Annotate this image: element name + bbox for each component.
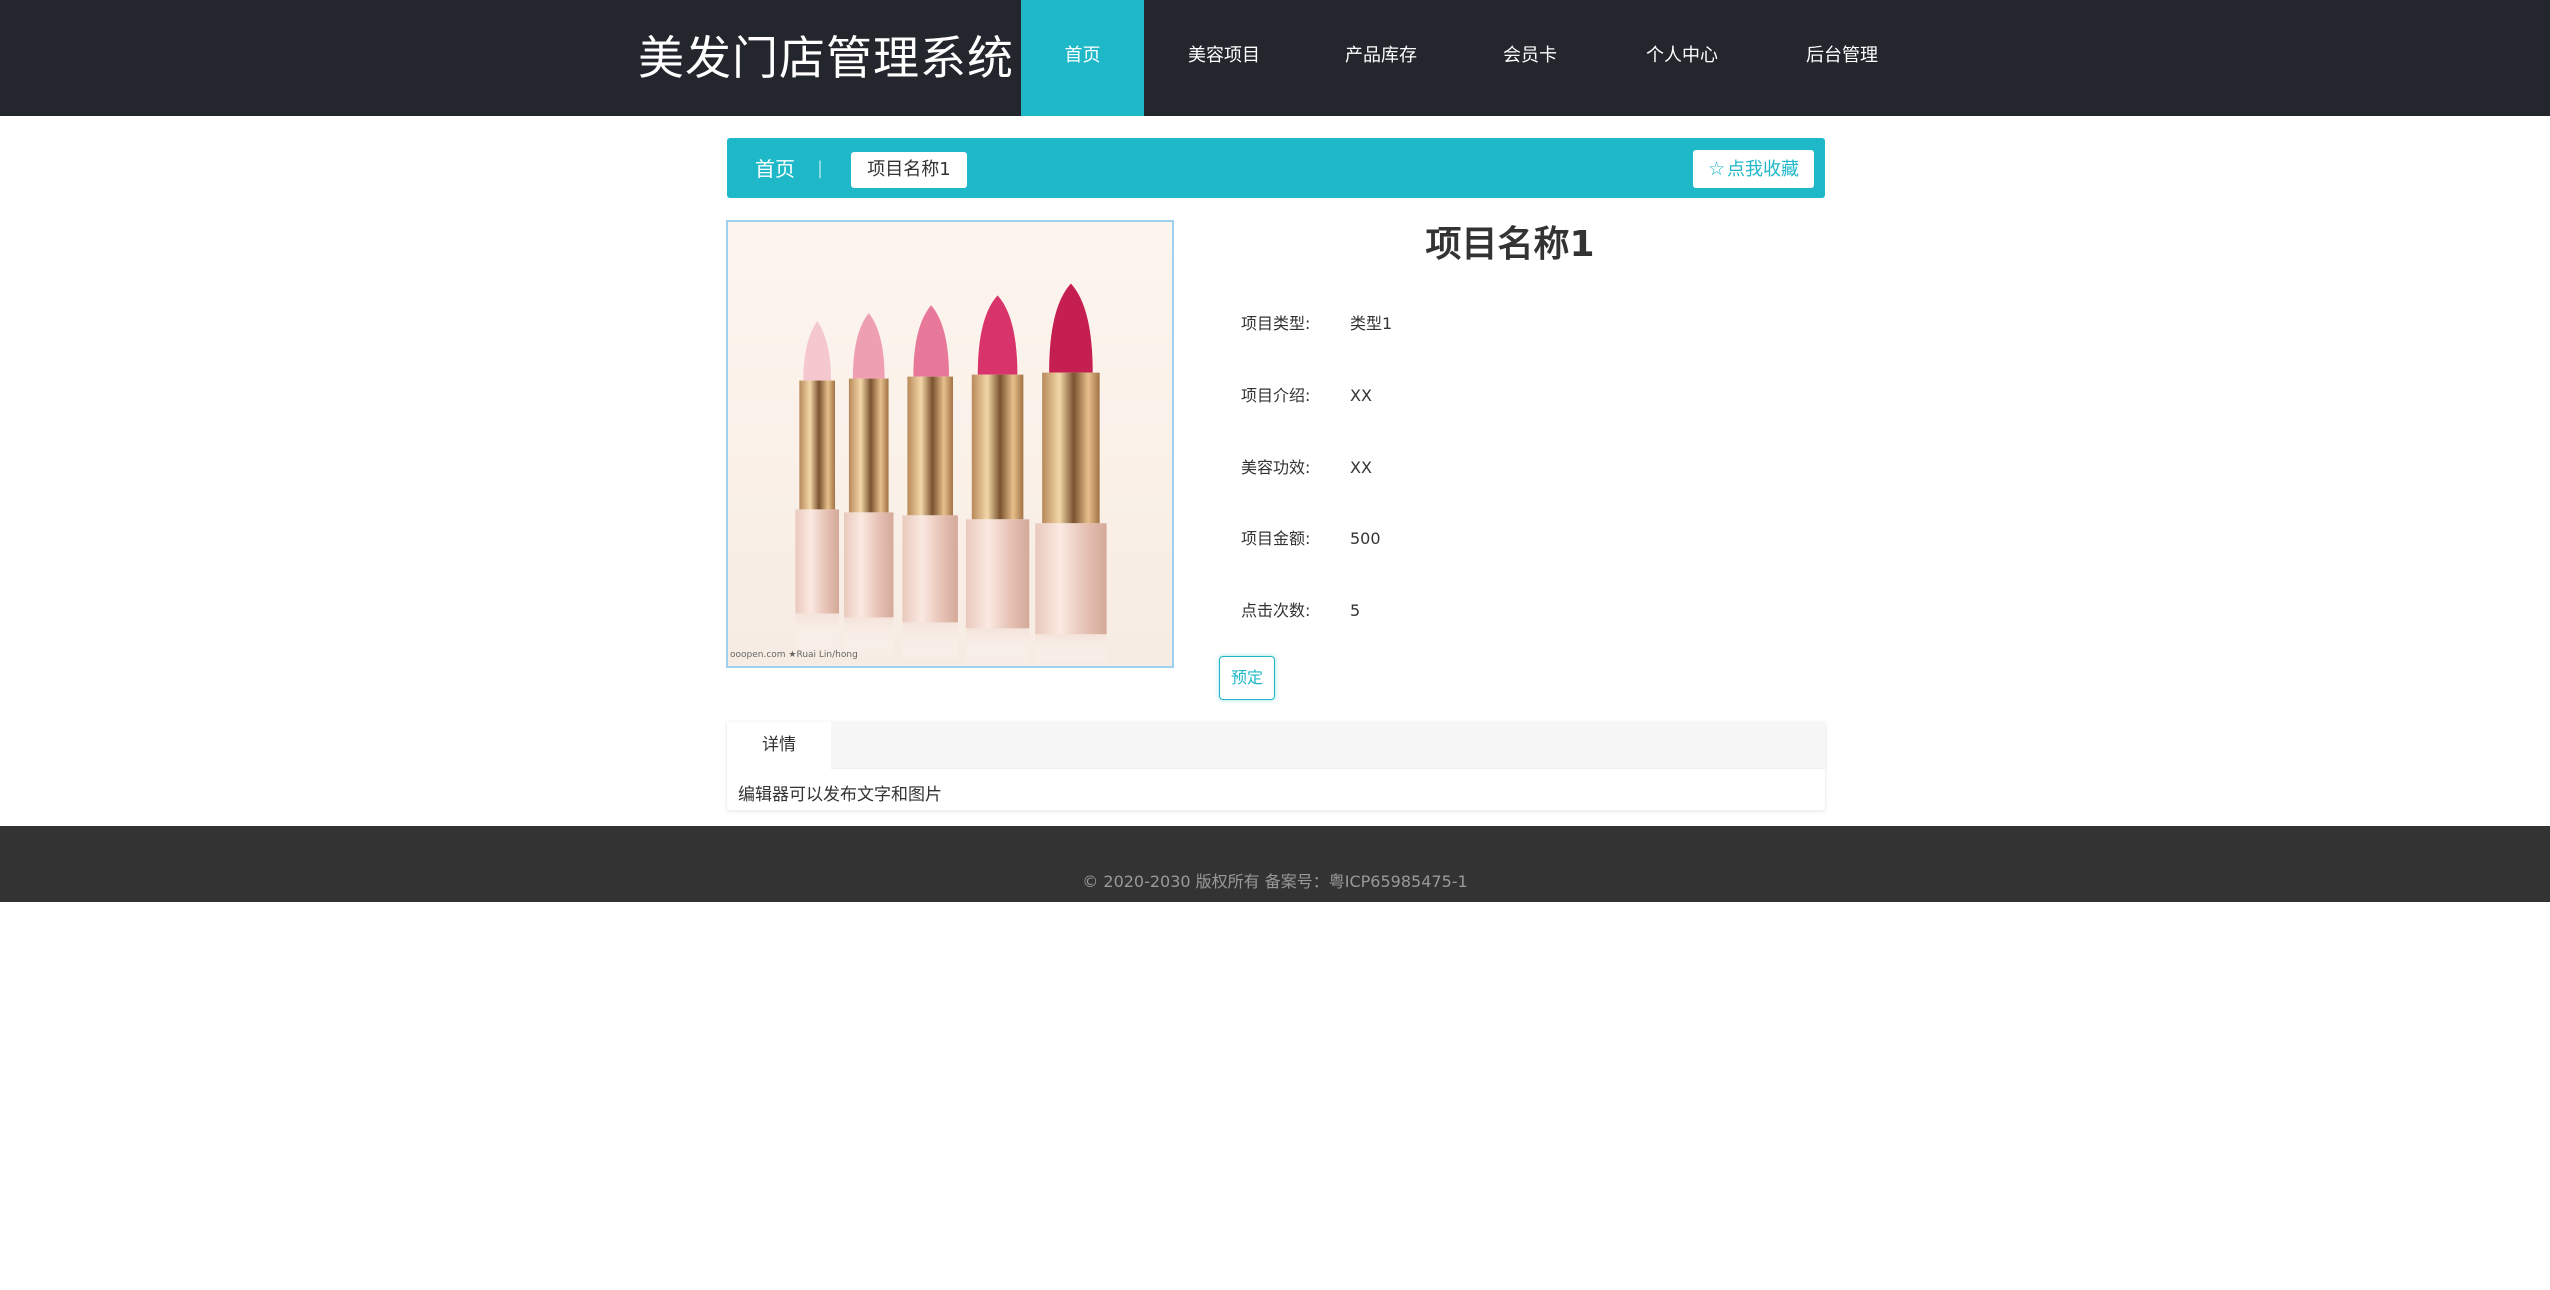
info-label: 项目介绍: — [1241, 386, 1311, 405]
nav-beauty-projects[interactable]: 美容项目 — [1144, 0, 1304, 116]
info-row-price: 项目金额: 500 — [1241, 524, 1381, 554]
detail-tabs: 详情 编辑器可以发布文字和图片 — [727, 722, 1825, 810]
product-title: 项目名称1 — [1425, 224, 1595, 265]
breadcrumb-home-link[interactable]: 首页 — [755, 138, 795, 200]
info-label: 项目金额: — [1241, 529, 1311, 548]
info-row-type: 项目类型: 类型1 — [1241, 309, 1392, 339]
breadcrumb-current: 项目名称1 — [851, 152, 967, 188]
nav-member-card[interactable]: 会员卡 — [1458, 0, 1602, 116]
nav-home[interactable]: 首页 — [1021, 0, 1144, 116]
info-value: XX — [1350, 458, 1372, 477]
product-image: ooopen.com ★Ruai Lin/hong — [726, 220, 1174, 668]
info-row-clicks: 点击次数: 5 — [1241, 596, 1360, 626]
info-row-effect: 美容功效: XX — [1241, 453, 1372, 483]
info-value: 5 — [1350, 601, 1361, 620]
info-value: XX — [1350, 386, 1372, 405]
page-footer: © 2020-2030 版权所有 备案号：粤ICP65985475-1 — [0, 826, 2550, 902]
info-label: 美容功效: — [1241, 458, 1311, 477]
tab-details[interactable]: 详情 — [727, 722, 831, 769]
nav-personal-center[interactable]: 个人中心 — [1602, 0, 1762, 116]
breadcrumb-separator: | — [817, 158, 824, 179]
book-button[interactable]: 预定 — [1219, 656, 1275, 700]
star-outline-icon: ☆ — [1707, 158, 1726, 180]
lipstick-illustration — [728, 222, 1172, 666]
top-header: 美发门店管理系统 首页 美容项目 产品库存 会员卡 个人中心 后台管理 — [0, 0, 2550, 116]
nav-product-inventory[interactable]: 产品库存 — [1304, 0, 1458, 116]
main-nav: 首页 美容项目 产品库存 会员卡 个人中心 后台管理 — [1021, 0, 1922, 116]
info-label: 项目类型: — [1241, 314, 1311, 333]
footer-copyright: © 2020-2030 版权所有 备案号：粤ICP65985475-1 — [1082, 872, 1468, 891]
info-value: 500 — [1350, 529, 1381, 548]
site-brand[interactable]: 美发门店管理系统 — [638, 0, 1014, 116]
favorite-button[interactable]: ☆ 点我收藏 — [1693, 150, 1814, 188]
info-row-intro: 项目介绍: XX — [1241, 381, 1372, 411]
info-value: 类型1 — [1350, 314, 1393, 333]
info-label: 点击次数: — [1241, 601, 1311, 620]
image-watermark: ooopen.com ★Ruai Lin/hong — [730, 650, 858, 660]
tab-header: 详情 — [727, 722, 1825, 769]
breadcrumb: 首页 | 项目名称1 ☆ 点我收藏 — [727, 138, 1825, 198]
tab-content: 编辑器可以发布文字和图片 — [738, 785, 942, 805]
favorite-label: 点我收藏 — [1727, 159, 1800, 180]
nav-admin[interactable]: 后台管理 — [1762, 0, 1922, 116]
